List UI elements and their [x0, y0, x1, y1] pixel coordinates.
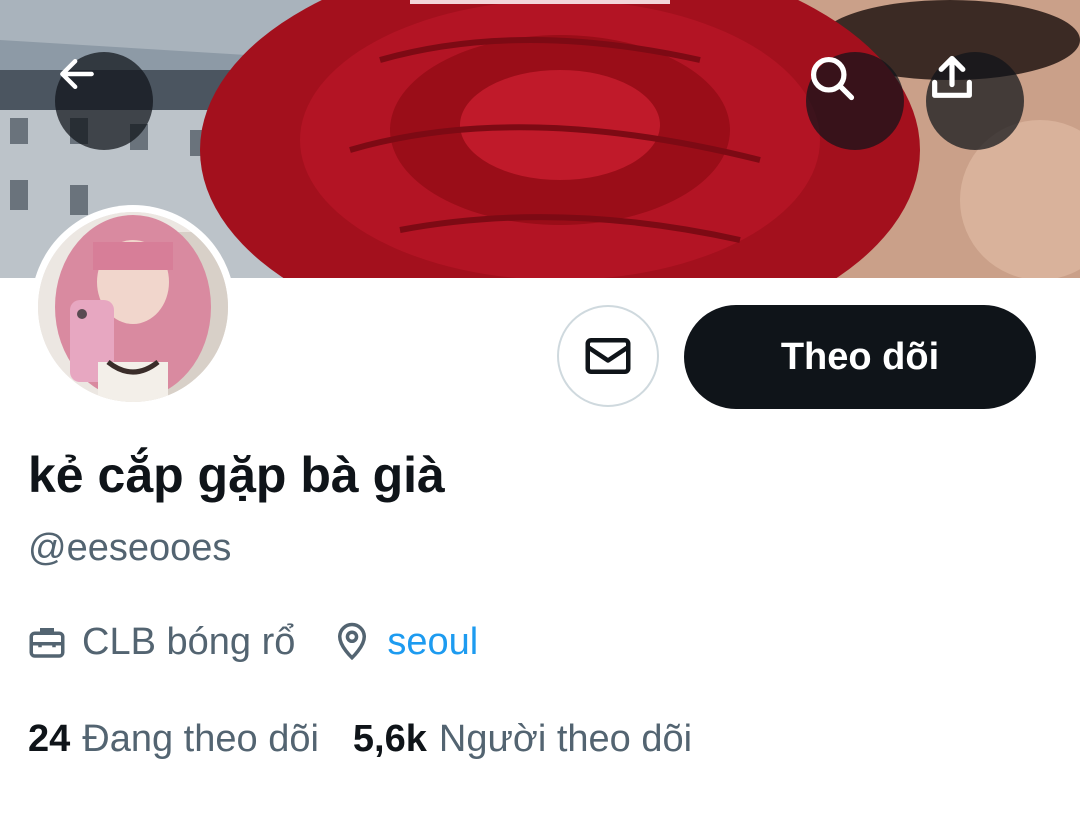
back-button[interactable] [55, 52, 153, 150]
following-count: 24 [28, 717, 71, 760]
category-label: CLB bóng rổ [82, 620, 296, 663]
profile-meta: CLB bóng rổ seoul [26, 615, 478, 669]
display-name: kẻ cắp gặp bà già [28, 447, 445, 503]
user-handle: @eeseooes [28, 527, 232, 569]
followers-count: 5,6k [352, 717, 427, 760]
followers-stat[interactable]: 5,6k Người theo dõi [353, 718, 692, 761]
envelope-icon [585, 338, 631, 374]
followers-label: Người theo dõi [438, 717, 693, 760]
message-button[interactable] [557, 305, 659, 407]
share-button[interactable] [926, 52, 1024, 150]
location-pin-icon [338, 622, 367, 661]
follow-button[interactable]: Theo dõi [684, 305, 1036, 409]
search-button[interactable] [806, 52, 904, 150]
search-icon [810, 56, 855, 101]
following-label: Đang theo dõi [82, 717, 319, 760]
briefcase-icon [29, 628, 65, 658]
location-link[interactable]: seoul [387, 621, 478, 664]
avatar[interactable] [31, 205, 235, 409]
share-icon [932, 55, 972, 98]
following-stat[interactable]: 24 Đang theo dõi [28, 718, 319, 761]
location-item: seoul [331, 621, 478, 664]
category-item: CLB bóng rổ [26, 621, 295, 664]
follow-stats: 24 Đang theo dõi 5,6k Người theo dõi [28, 712, 692, 766]
arrow-left-icon [60, 58, 94, 90]
avatar-image [38, 212, 228, 402]
